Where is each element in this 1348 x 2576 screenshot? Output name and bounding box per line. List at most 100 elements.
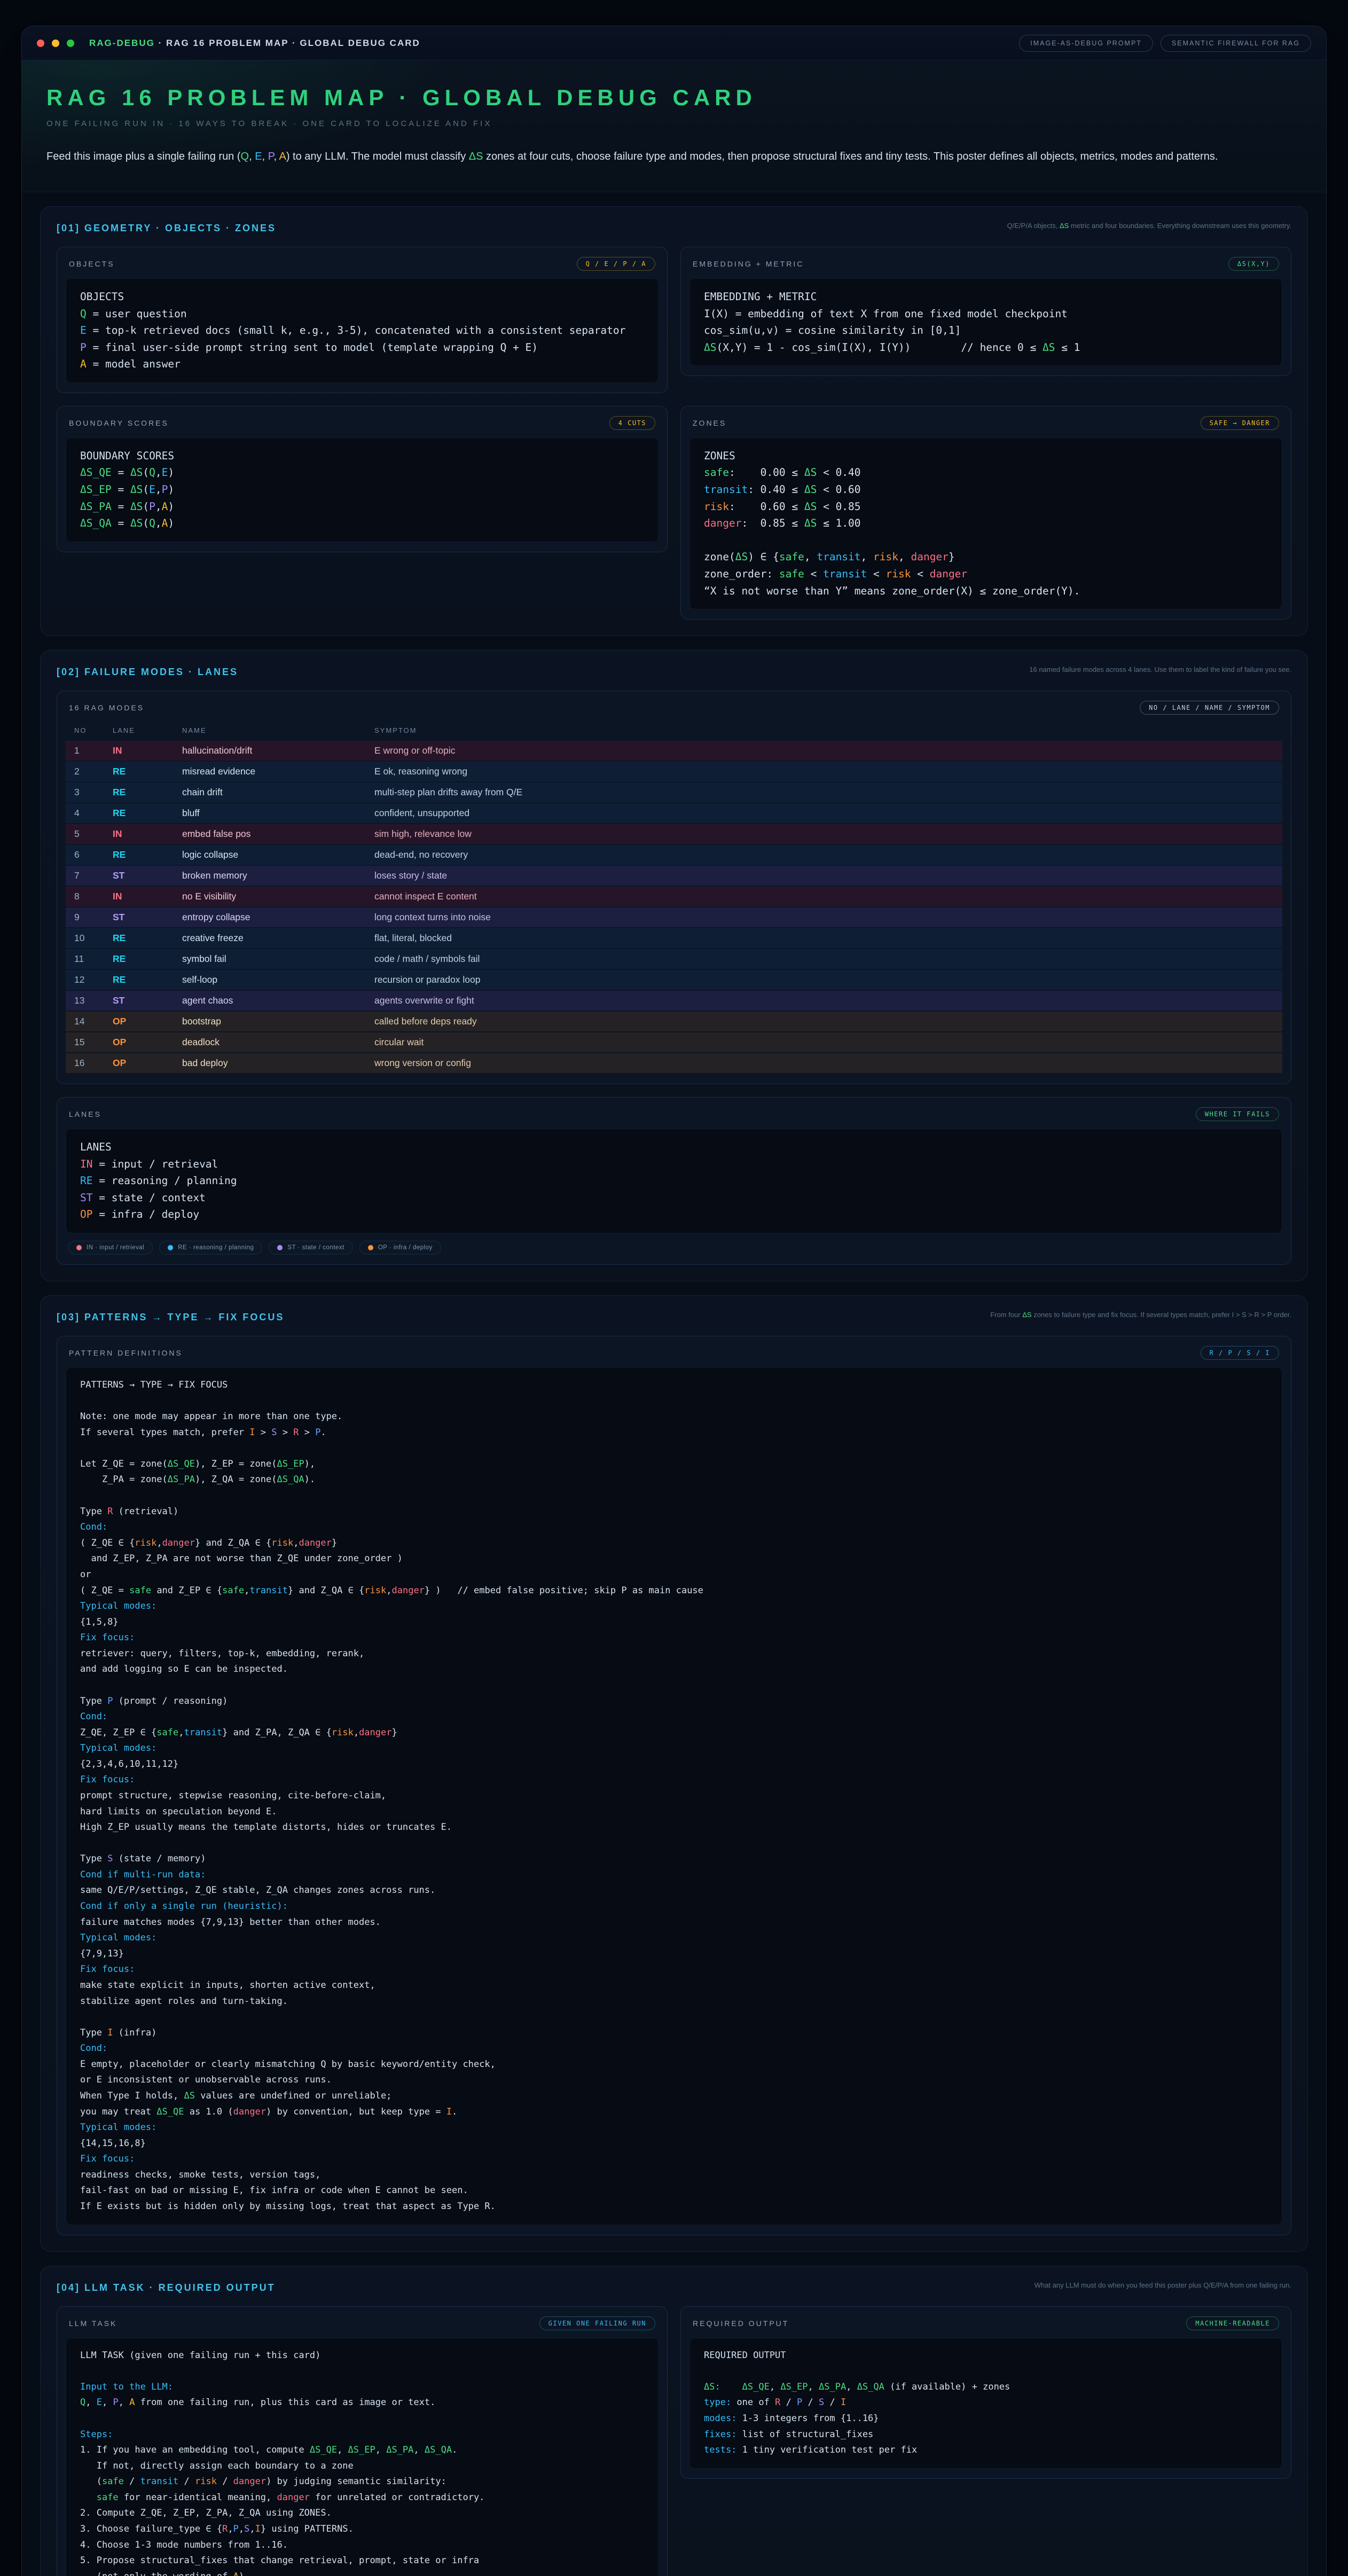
code-block: REQUIRED OUTPUT ΔS: ΔS_QE, ΔS_EP, ΔS_PA,…	[689, 2338, 1282, 2469]
window-zoom-icon[interactable]	[67, 40, 74, 47]
text-segment: zones at four cuts, choose failure type …	[483, 151, 1218, 162]
cell-lane: RE	[104, 761, 174, 782]
text-segment: Type	[80, 1696, 107, 1706]
cell-sym: called before deps ready	[366, 1011, 1282, 1032]
code-line: ( Z_QE = safe and Z_EP ∈ {safe,transit} …	[80, 1583, 1268, 1599]
text-segment: Cond if only a single run (heuristic):	[80, 1901, 288, 1912]
text-segment: ST	[80, 1192, 92, 1204]
text-segment: ΔS	[1043, 341, 1055, 354]
code-line: ΔS_QA = ΔS(Q,A)	[80, 515, 644, 532]
panel-label: EMBEDDING + METRIC	[693, 260, 804, 268]
text-segment: /	[780, 2397, 797, 2408]
panel-embedding-metric: EMBEDDING + METRICΔS(X,Y)EMBEDDING + MET…	[680, 247, 1291, 376]
text-segment: A	[129, 2397, 135, 2408]
section-title: [04] LLM TASK · REQUIRED OUTPUT	[57, 2280, 276, 2293]
code-line	[704, 532, 1268, 549]
cell-no: 5	[66, 824, 104, 844]
text-segment: ).	[239, 2571, 249, 2576]
code-line: P = final user-side prompt string sent t…	[80, 339, 644, 356]
text-segment: zone_order:	[704, 568, 779, 580]
text-segment: When Type I holds,	[80, 2090, 184, 2101]
text-segment: P	[162, 483, 168, 496]
legend-label: IN · input / retrieval	[87, 1244, 144, 1251]
table-row: 6RElogic collapsedead-end, no recovery	[66, 844, 1282, 865]
text-segment: ΔS_PA	[386, 2445, 413, 2455]
code-line: OP = infra / deploy	[80, 1206, 1268, 1223]
text-segment: ΔS	[130, 517, 143, 529]
text-segment: Z_QE, Z_EP ∈ {	[80, 1727, 156, 1738]
text-segment: /	[802, 2397, 819, 2408]
text-segment: )	[168, 483, 174, 496]
text-segment: ΔS	[804, 517, 817, 529]
code-line: ΔS_EP = ΔS(E,P)	[80, 481, 644, 498]
text-segment: R	[222, 2524, 228, 2534]
text-segment: = top-k retrieved docs (small k, e.g., 3…	[87, 324, 626, 336]
cell-sym: circular wait	[366, 1032, 1282, 1053]
text-segment: same Q/E/P/settings, Z_QE stable, Z_QA c…	[80, 1885, 435, 1896]
table-row: 10REcreative freezeflat, literal, blocke…	[66, 928, 1282, 949]
text-segment: ,	[804, 551, 817, 563]
panel-label: PATTERN DEFINITIONS	[69, 1349, 183, 1357]
code-line: danger: 0.85 ≤ ΔS ≤ 1.00	[704, 515, 1268, 532]
text-segment: Q/E/P/A objects,	[1007, 222, 1060, 230]
cell-no: 2	[66, 761, 104, 782]
cell-name: misread evidence	[174, 761, 366, 782]
cell-lane: ST	[104, 990, 174, 1011]
table-row: 7STbroken memoryloses story / state	[66, 865, 1282, 886]
text-segment: ΔS_QA	[277, 1474, 304, 1485]
cell-name: self-loop	[174, 969, 366, 990]
text-segment: = reasoning / planning	[92, 1175, 237, 1187]
text-segment: ,	[861, 551, 873, 563]
code-line: retriever: query, filters, top-k, embedd…	[80, 1646, 1268, 1662]
text-segment: {1,5,8}	[80, 1617, 119, 1627]
code-line: “X is not worse than Y” means zone_order…	[704, 583, 1268, 600]
text-segment: .	[320, 1427, 326, 1438]
text-segment: ΔS_EP	[348, 2445, 375, 2455]
cell-name: bootstrap	[174, 1011, 366, 1032]
text-segment: {14,15,16,8}	[80, 2138, 146, 2149]
code-line: Fix focus:	[80, 1630, 1268, 1646]
legend-dot-icon	[168, 1245, 173, 1250]
text-segment: E	[149, 483, 155, 496]
cell-name: deadlock	[174, 1032, 366, 1053]
table-row: 3REchain driftmulti-step plan drifts awa…	[66, 782, 1282, 803]
text-segment: P	[268, 151, 274, 162]
text-segment: Q	[149, 517, 155, 529]
text-segment: safe	[129, 1585, 151, 1596]
window-close-icon[interactable]	[37, 40, 44, 47]
table-row: 16OPbad deploywrong version or config	[66, 1053, 1282, 1074]
code-line: safe: 0.00 ≤ ΔS < 0.40	[704, 464, 1268, 481]
text-segment: (	[80, 2476, 102, 2487]
legend-chip: OP · infra / deploy	[359, 1241, 441, 1255]
text-segment: and add logging so E can be inspected.	[80, 1664, 288, 1674]
text-segment: ,	[898, 551, 911, 563]
code-line: BOUNDARY SCORES	[80, 448, 644, 465]
section-header: [03] PATTERNS → TYPE → FIX FOCUSFrom fou…	[57, 1310, 1291, 1323]
text-segment: If E exists but is hidden only by missin…	[80, 2201, 496, 2212]
section-01: [01] GEOMETRY · OBJECTS · ZONESQ/E/P/A o…	[40, 206, 1308, 636]
text-segment: Q	[80, 308, 87, 320]
text-segment: ΔS_EP	[277, 1459, 304, 1469]
text-segment: (not only the wording of	[80, 2571, 233, 2576]
section-header: [02] FAILURE MODES · LANES16 named failu…	[57, 664, 1291, 678]
text-segment	[80, 2492, 97, 2503]
window-minimize-icon[interactable]	[52, 40, 59, 47]
cell-name: bad deploy	[174, 1053, 366, 1074]
panel-header: LLM TASKGIVEN ONE FAILING RUN	[69, 2316, 655, 2330]
text-segment: ,	[375, 2445, 386, 2455]
code-line: I(X) = embedding of text X from one fixe…	[704, 306, 1268, 323]
text-segment: ΔS_QE	[168, 1459, 195, 1469]
text-segment: Cond if multi-run data:	[80, 1869, 206, 1880]
code-line: Cond if only a single run (heuristic):	[80, 1899, 1268, 1915]
text-segment: stabilize agent roles and turn-taking.	[80, 1996, 288, 2007]
text-segment: /	[217, 2476, 233, 2487]
text-segment: PATTERNS → TYPE → FIX FOCUS	[80, 1380, 228, 1390]
text-segment: retriever: query, filters, top-k, embedd…	[80, 1648, 364, 1659]
cell-no: 10	[66, 928, 104, 949]
text-segment: metric and four boundaries. Everything d…	[1069, 222, 1291, 230]
panel-lanes: LANESWHERE IT FAILSLANESIN = input / ret…	[57, 1097, 1291, 1265]
text-segment: A	[233, 2571, 239, 2576]
text-segment: ,	[413, 2445, 424, 2455]
text-segment: Z_PA = zone(	[80, 1474, 168, 1485]
code-line: or	[80, 1567, 1268, 1583]
